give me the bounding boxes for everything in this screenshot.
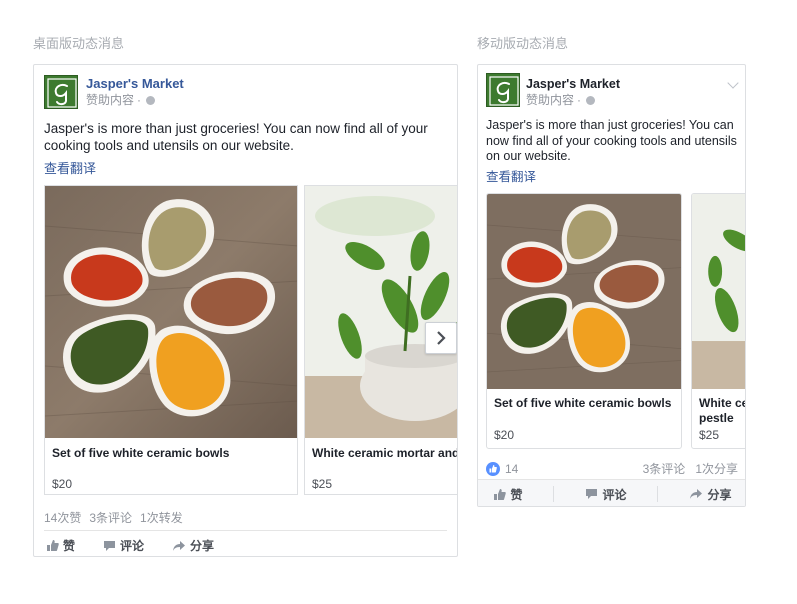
product-carousel: Set of five white ceramic bowls $20 Whit… bbox=[44, 185, 458, 495]
carousel-card[interactable]: Set of five white ceramic bowls $20 bbox=[44, 185, 298, 495]
carousel-card[interactable]: Set of five white ceramic bowls $20 bbox=[486, 193, 682, 449]
post-text: Jasper's is more than just groceries! Yo… bbox=[44, 121, 428, 153]
mortar-pestle-image[interactable] bbox=[692, 194, 745, 389]
share-button[interactable]: 分享 bbox=[689, 486, 731, 503]
sponsored-text: 赞助内容 bbox=[86, 93, 135, 107]
carousel-card-title: Set of five white ceramic bowls bbox=[52, 446, 230, 460]
likes-count[interactable]: 14次赞 bbox=[44, 509, 81, 526]
globe-icon bbox=[146, 95, 156, 105]
post-text: Jasper's is more than just groceries! Yo… bbox=[486, 118, 737, 163]
carousel-card[interactable]: White ceramic mortar and pestle $25 bbox=[691, 193, 745, 449]
action-bar: 赞 评论 分享 bbox=[478, 479, 745, 506]
shares-count[interactable]: 1次转发 bbox=[140, 509, 183, 526]
action-bar: 赞 评论 分享 bbox=[46, 537, 214, 554]
product-carousel: Set of five white ceramic bowls $20 Whit… bbox=[486, 193, 745, 449]
carousel-card-price: $25 bbox=[312, 477, 333, 491]
sponsored-text: 赞助内容 bbox=[526, 93, 575, 107]
divider bbox=[657, 486, 659, 502]
carousel-card-price: $20 bbox=[52, 477, 73, 491]
thumbs-up-icon bbox=[47, 540, 59, 551]
comment-icon bbox=[586, 489, 598, 499]
page-logo[interactable] bbox=[486, 73, 520, 107]
logo-g-icon bbox=[47, 78, 77, 108]
comment-button[interactable]: 评论 bbox=[103, 537, 144, 554]
like-reaction-icon bbox=[486, 461, 500, 476]
thumbs-up-icon bbox=[494, 488, 507, 500]
engagement-stats: 14次赞 3条评论 1次转发 bbox=[44, 509, 183, 526]
sponsored-label: 赞助内容 · bbox=[86, 92, 184, 108]
like-button[interactable]: 赞 bbox=[46, 537, 75, 554]
likes-count[interactable]: 14 bbox=[505, 462, 518, 476]
share-button[interactable]: 分享 bbox=[172, 537, 214, 554]
carousel-card-price: $25 bbox=[699, 428, 720, 442]
carousel-next-button[interactable] bbox=[425, 322, 457, 354]
thumbs-up-icon bbox=[489, 464, 497, 472]
like-button[interactable]: 赞 bbox=[493, 486, 523, 503]
share-arrow-icon bbox=[690, 489, 703, 499]
page-name-link[interactable]: Jasper's Market bbox=[526, 76, 620, 92]
carousel-card-price: $20 bbox=[494, 428, 515, 442]
chevron-down-icon[interactable] bbox=[727, 77, 739, 89]
comment-button[interactable]: 评论 bbox=[585, 486, 626, 503]
chevron-right-icon bbox=[437, 331, 446, 345]
engagement-stats: 14 3条评论 1次分享 bbox=[486, 460, 738, 477]
logo-g-icon bbox=[489, 76, 519, 106]
desktop-post-card: Jasper's Market 赞助内容 · Jasper's is more … bbox=[33, 64, 458, 557]
post-header: Jasper's Market 赞助内容 · bbox=[486, 73, 620, 108]
comments-count[interactable]: 3条评论 bbox=[89, 509, 132, 526]
post-header: Jasper's Market 赞助内容 · bbox=[44, 75, 184, 109]
see-translation-link[interactable]: 查看翻译 bbox=[44, 158, 96, 177]
see-translation-link[interactable]: 查看翻译 bbox=[486, 166, 536, 185]
mortar-pestle-image[interactable] bbox=[305, 186, 457, 438]
carousel-card-title: White ceramic mortar and pestle bbox=[312, 446, 458, 460]
page-logo[interactable] bbox=[44, 75, 78, 109]
spice-bowls-image[interactable] bbox=[487, 194, 681, 389]
desktop-section-title: 桌面版动态消息 bbox=[33, 36, 125, 51]
carousel-card-title: Set of five white ceramic bowls bbox=[494, 396, 672, 410]
page-name-link[interactable]: Jasper's Market bbox=[86, 76, 184, 92]
divider bbox=[44, 530, 447, 531]
sponsored-label: 赞助内容 · bbox=[526, 92, 620, 108]
comment-icon bbox=[104, 540, 116, 551]
mobile-section-title: 移动版动态消息 bbox=[477, 36, 569, 51]
globe-icon bbox=[586, 95, 596, 105]
carousel-card-title: White ceramic mortar and pestle bbox=[699, 396, 745, 425]
spice-bowls-image[interactable] bbox=[45, 186, 297, 438]
share-arrow-icon bbox=[173, 540, 186, 551]
comments-count[interactable]: 3条评论 bbox=[643, 460, 686, 477]
mobile-post-card: Jasper's Market 赞助内容 · Jasper's is more … bbox=[477, 64, 746, 507]
shares-count[interactable]: 1次分享 bbox=[695, 460, 738, 477]
divider bbox=[553, 486, 555, 502]
